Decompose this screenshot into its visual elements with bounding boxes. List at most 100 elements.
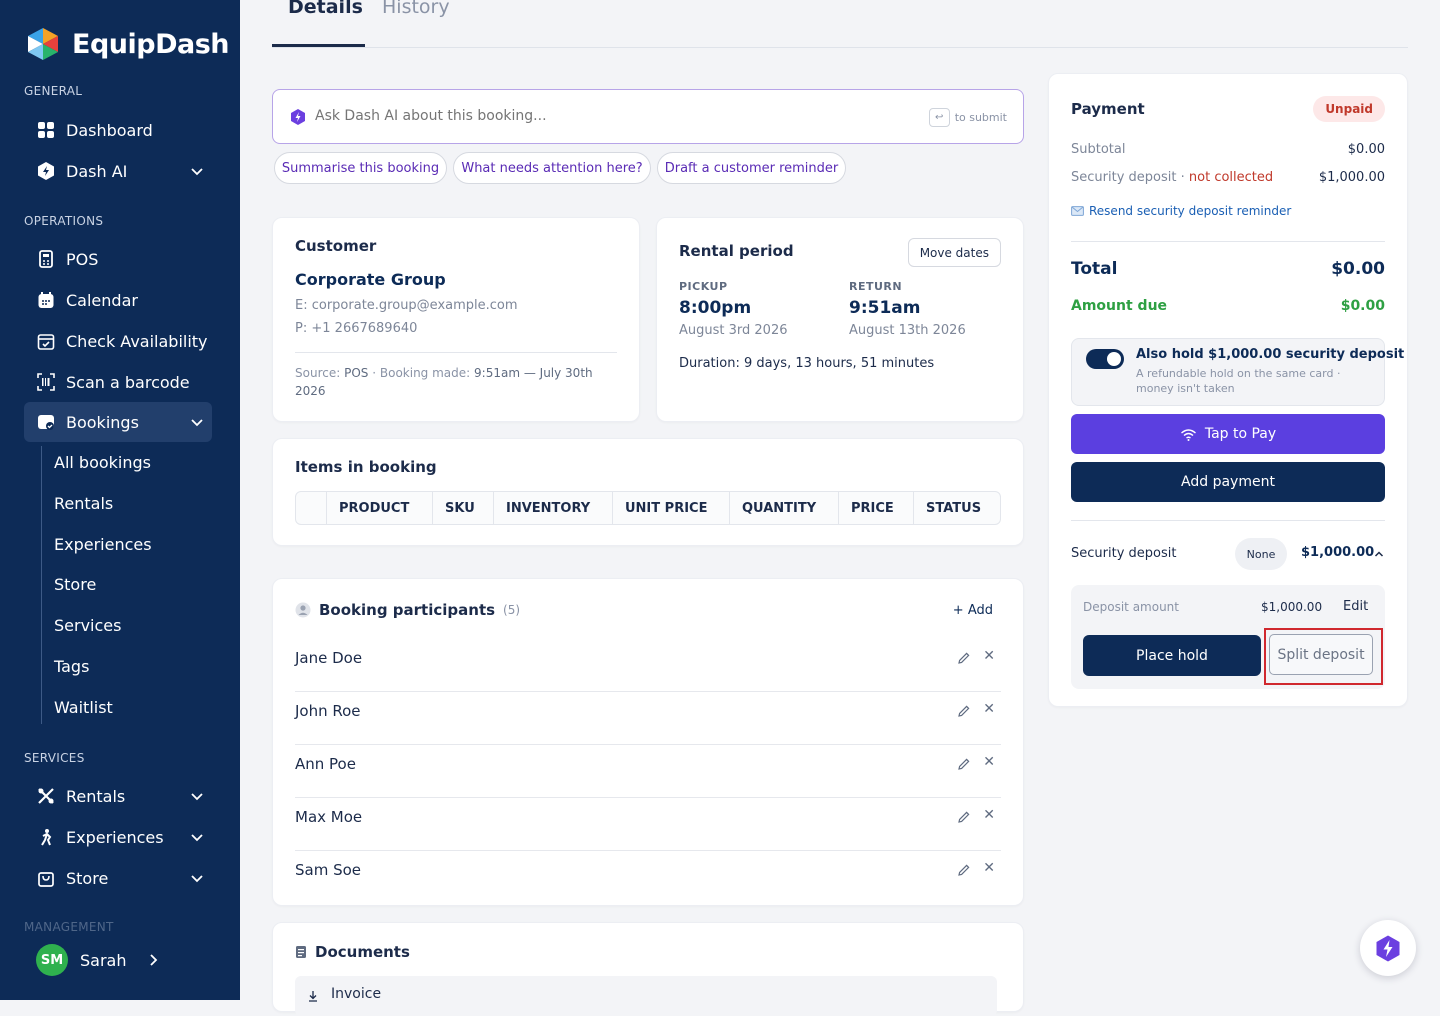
rental-period-card: Rental period Move dates PICKUP 8:00pm A… — [656, 217, 1024, 422]
tap-to-pay-button[interactable]: Tap to Pay — [1071, 414, 1385, 454]
dot-separator: · — [1180, 170, 1185, 185]
participant-name[interactable]: Max Moe — [295, 808, 362, 826]
column-separator — [326, 492, 327, 524]
customer-name[interactable]: Corporate Group — [295, 270, 446, 289]
tab-details[interactable]: Details — [288, 0, 363, 18]
chevron-up-icon[interactable] — [1374, 550, 1384, 558]
active-tab-indicator — [272, 44, 365, 47]
column-separator — [493, 492, 494, 524]
split-deposit-button[interactable]: Split deposit — [1269, 634, 1373, 675]
edit-pencil-icon[interactable] — [957, 704, 971, 718]
sidebar-item-label: Rentals — [66, 786, 126, 806]
sidebar-subitem-all-bookings[interactable]: All bookings — [54, 453, 151, 472]
person-icon — [295, 602, 311, 618]
deposit-status: not collected — [1188, 170, 1274, 185]
add-participant-button[interactable]: + Add — [953, 603, 993, 618]
add-payment-button[interactable]: Add payment — [1071, 462, 1385, 502]
customer-heading: Customer — [295, 237, 377, 255]
customer-email[interactable]: corporate.group@example.com — [312, 298, 518, 313]
dash-ai-icon — [291, 109, 305, 125]
ai-suggestion-attention[interactable]: What needs attention here? — [453, 152, 651, 184]
resend-deposit-reminder-link[interactable]: Resend security deposit reminder — [1071, 204, 1291, 218]
sidebar-item-bookings[interactable]: Bookings — [24, 402, 212, 442]
ai-prompt-box[interactable]: ↩ to submit — [272, 89, 1024, 144]
sidebar-subitem-rentals[interactable]: Rentals — [54, 494, 113, 513]
avatar: SM — [36, 944, 68, 976]
edit-pencil-icon[interactable] — [957, 757, 971, 771]
pos-icon — [36, 249, 56, 269]
dash-ai-fab-button[interactable] — [1360, 920, 1416, 976]
participant-name[interactable]: Jane Doe — [295, 649, 362, 667]
chevron-right-icon — [150, 954, 158, 966]
sidebar-item-store[interactable]: Store — [24, 858, 212, 898]
divider — [1071, 241, 1385, 242]
move-dates-button[interactable]: Move dates — [907, 238, 1001, 267]
source-value: POS — [344, 366, 369, 380]
return-date: August 13th 2026 — [849, 323, 966, 338]
brand-logo[interactable]: EquipDash — [24, 26, 230, 62]
sidebar-item-rentals[interactable]: Rentals — [24, 776, 212, 816]
sidebar-item-dashboard[interactable]: Dashboard — [24, 110, 212, 150]
sidebar-item-label: Bookings — [66, 412, 139, 432]
column-quantity[interactable]: QUANTITY — [742, 501, 816, 516]
column-status[interactable]: STATUS — [926, 501, 981, 516]
participant-name[interactable]: Ann Poe — [295, 755, 356, 773]
total-value: $0.00 — [1331, 259, 1385, 279]
column-product[interactable]: PRODUCT — [339, 501, 409, 516]
sidebar: EquipDash GENERAL Dashboard Dash AI OPER… — [0, 0, 240, 1000]
sidebar-item-label: Dashboard — [66, 120, 153, 140]
participant-name[interactable]: John Roe — [295, 702, 361, 720]
column-unit-price[interactable]: UNIT PRICE — [625, 501, 707, 516]
column-separator — [432, 492, 433, 524]
items-table-header: PRODUCT SKU INVENTORY UNIT PRICE QUANTIT… — [295, 491, 1001, 525]
sidebar-subitem-store[interactable]: Store — [54, 575, 96, 594]
edit-deposit-link[interactable]: Edit — [1343, 599, 1368, 614]
sidebar-subitem-services[interactable]: Services — [54, 616, 121, 635]
place-hold-button[interactable]: Place hold — [1083, 635, 1261, 676]
booking-made-time: 9:51am — July 30th — [474, 366, 593, 380]
user-menu[interactable]: SM Sarah — [36, 944, 160, 976]
sidebar-subitem-tags[interactable]: Tags — [54, 657, 89, 676]
submit-hint: to submit — [954, 111, 1007, 124]
security-deposit-section-label: Security deposit — [1071, 546, 1177, 561]
hold-deposit-toggle[interactable] — [1086, 349, 1124, 369]
deposit-type-badge[interactable]: None — [1235, 538, 1287, 570]
booking-made-label: Booking made: — [379, 366, 471, 380]
tab-history[interactable]: History — [382, 0, 450, 18]
sidebar-subitem-experiences[interactable]: Experiences — [54, 535, 152, 554]
column-inventory[interactable]: INVENTORY — [506, 501, 590, 516]
section-operations: OPERATIONS — [24, 214, 104, 228]
sidebar-item-label: Store — [66, 868, 109, 888]
remove-icon[interactable]: ✕ — [983, 860, 995, 876]
remove-icon[interactable]: ✕ — [983, 807, 995, 823]
items-card: Items in booking PRODUCT SKU INVENTORY U… — [272, 438, 1024, 546]
sidebar-item-calendar[interactable]: Calendar — [24, 280, 212, 320]
participants-heading: Booking participants — [319, 601, 496, 619]
edit-pencil-icon[interactable] — [957, 863, 971, 877]
sidebar-item-scan-barcode[interactable]: Scan a barcode — [24, 362, 212, 402]
ai-suggestion-reminder[interactable]: Draft a customer reminder — [657, 152, 846, 184]
column-price[interactable]: PRICE — [851, 501, 894, 516]
edit-pencil-icon[interactable] — [957, 810, 971, 824]
document-item-invoice[interactable]: Invoice — [295, 976, 997, 1016]
customer-phone[interactable]: +1 2667689640 — [311, 321, 417, 336]
chevron-down-icon — [190, 870, 204, 889]
remove-icon[interactable]: ✕ — [983, 701, 995, 717]
remove-icon[interactable]: ✕ — [983, 754, 995, 770]
participant-name[interactable]: Sam Soe — [295, 861, 361, 879]
sidebar-subitem-waitlist[interactable]: Waitlist — [54, 698, 113, 717]
ai-prompt-input[interactable] — [315, 104, 875, 128]
booking-source: Source: POS · Booking made: 9:51am — Jul… — [295, 364, 617, 400]
sidebar-item-experiences[interactable]: Experiences — [24, 817, 212, 857]
remove-icon[interactable]: ✕ — [983, 648, 995, 664]
column-sku[interactable]: SKU — [445, 501, 475, 516]
ai-suggestion-summarise[interactable]: Summarise this booking — [274, 152, 447, 184]
store-bag-icon — [36, 868, 56, 888]
section-services: SERVICES — [24, 751, 85, 765]
sidebar-item-check-availability[interactable]: Check Availability — [24, 321, 212, 361]
deposit-panel: Deposit amount $1,000.00 Edit Place hold… — [1071, 585, 1385, 689]
edit-pencil-icon[interactable] — [957, 651, 971, 665]
pickup-label: PICKUP — [679, 280, 728, 293]
sidebar-item-pos[interactable]: POS — [24, 239, 212, 279]
sidebar-item-dash-ai[interactable]: Dash AI — [24, 151, 212, 191]
